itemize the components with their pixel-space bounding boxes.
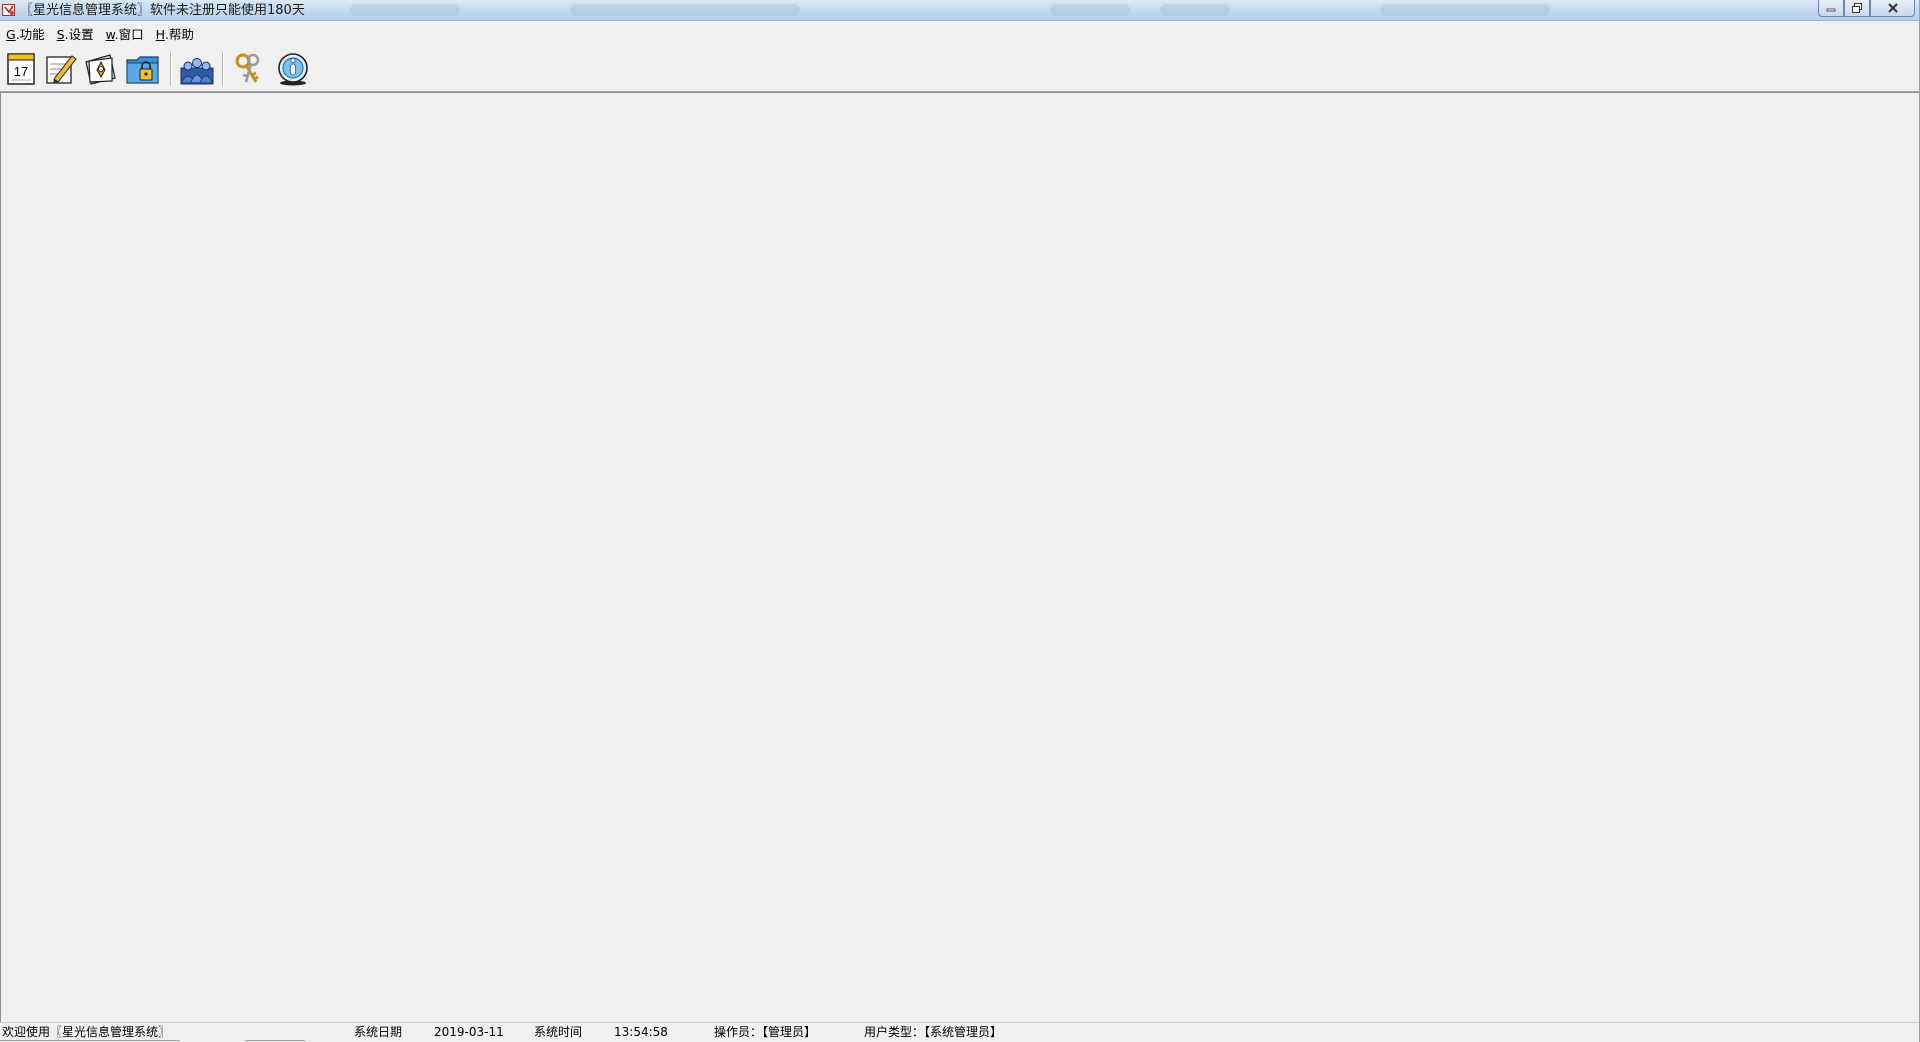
window-title: 〖星光信息管理系统〗软件未注册只能使用180天 [20, 3, 305, 18]
titlebar-glass [1050, 4, 1130, 16]
status-time-value: 13:54:58 [614, 1025, 668, 1039]
restore-button[interactable] [1844, 0, 1870, 17]
menu-window[interactable]: w.窗口 [106, 25, 150, 45]
menu-function-accel: G [6, 27, 16, 42]
title-bar[interactable]: 〖星光信息管理系统〗软件未注册只能使用180天 [0, 0, 1919, 21]
about-button[interactable] [274, 50, 312, 88]
users-group-icon [180, 58, 214, 85]
menu-function[interactable]: G.功能 [6, 25, 51, 45]
menu-bar: G.功能 S.设置 w.窗口 H.帮助 [0, 24, 1919, 46]
minimize-button[interactable] [1818, 0, 1844, 17]
calendar-button[interactable]: 17 [2, 50, 40, 88]
toolbar-separator [222, 52, 224, 86]
menu-function-label: .功能 [15, 27, 45, 42]
app-window: 〖星光信息管理系统〗软件未注册只能使用180天 G.功能 S.设置 w.窗口 H… [0, 0, 1920, 1042]
toolbar: 17 [0, 48, 1919, 92]
titlebar-glass [570, 4, 800, 16]
app-logo-icon [2, 4, 15, 16]
status-operator: 操作员：【管理员】 [714, 1025, 817, 1039]
menu-window-accel: w [105, 27, 115, 42]
menu-help-accel: H [155, 27, 165, 42]
menu-settings[interactable]: S.设置 [57, 25, 100, 45]
notepad-pencil-icon [46, 55, 77, 84]
status-user-type: 用户类型：【系统管理员】 [864, 1025, 1003, 1039]
menu-window-label: .窗口 [114, 27, 144, 42]
status-date-label: 系统日期 [354, 1025, 403, 1039]
menu-help[interactable]: H.帮助 [156, 25, 200, 45]
menu-help-label: .帮助 [164, 27, 194, 42]
keys-icon [235, 53, 260, 83]
address-card-button[interactable] [82, 50, 120, 88]
close-button[interactable] [1870, 0, 1915, 17]
status-date-value: 2019-03-11 [434, 1025, 504, 1039]
mdi-client-area[interactable] [0, 92, 1919, 1022]
minimize-icon [1826, 8, 1836, 12]
address-card-icon [85, 54, 116, 85]
locked-folder-icon [126, 56, 159, 84]
info-globe-icon [278, 53, 308, 86]
calendar-day-text: 17 [14, 64, 28, 79]
locked-folder-button[interactable] [124, 50, 162, 88]
restore-icon [1852, 3, 1862, 13]
calendar-icon: 17 [7, 53, 35, 85]
titlebar-glass [1380, 4, 1550, 16]
users-button[interactable] [178, 50, 216, 88]
notepad-button[interactable] [42, 50, 80, 88]
menu-settings-accel: S [56, 27, 65, 42]
titlebar-glass [350, 4, 460, 16]
titlebar-glass [1160, 4, 1230, 16]
window-controls [1818, 0, 1915, 18]
menu-settings-label: .设置 [64, 27, 94, 42]
status-bar: 欢迎使用〖星光信息管理系统〗 系统日期 2019-03-11 系统时间 13:5… [0, 1022, 1919, 1042]
toolbar-separator [170, 52, 172, 86]
keys-button[interactable] [230, 50, 268, 88]
status-time-label: 系统时间 [534, 1025, 583, 1039]
close-icon [1887, 3, 1898, 13]
